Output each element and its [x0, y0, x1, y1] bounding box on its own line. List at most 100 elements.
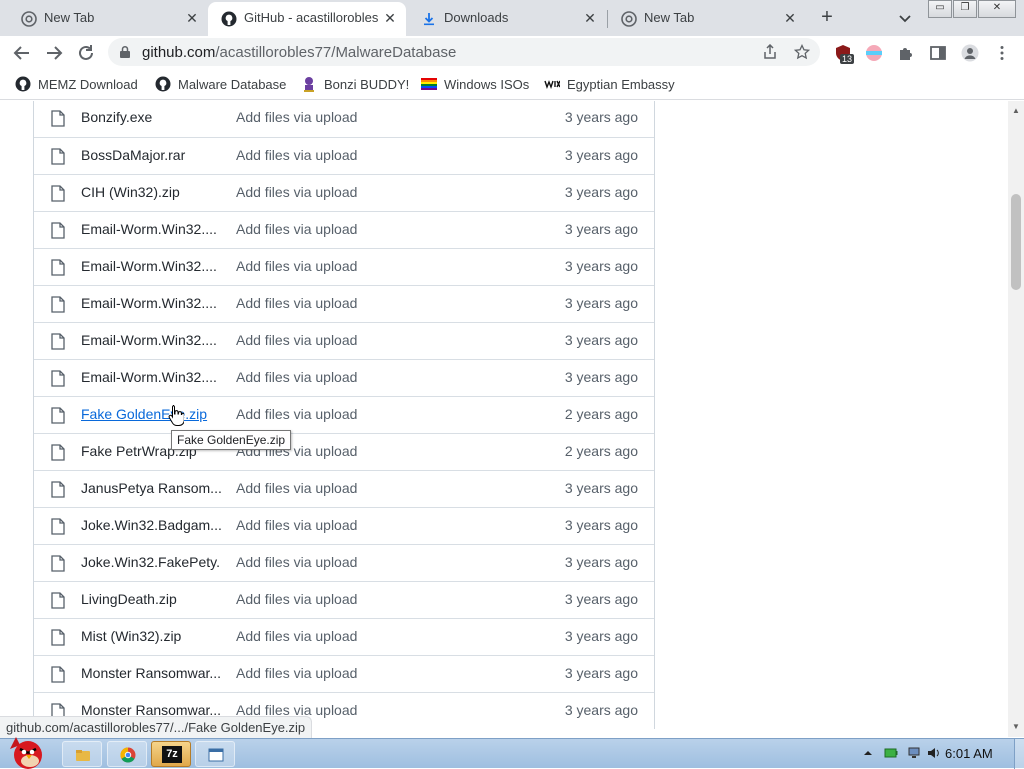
file-name-link[interactable]: BossDaMajor.rar	[81, 147, 221, 163]
close-icon[interactable]: ✕	[582, 10, 598, 26]
tab-new-tab-2[interactable]: New Tab ✕	[608, 2, 806, 36]
commit-message-link[interactable]: Add files via upload	[236, 332, 357, 348]
bookmark-memz[interactable]: MEMZ Download	[15, 76, 138, 92]
bookmark-malware-database[interactable]: Malware Database	[155, 76, 286, 92]
tab-downloads[interactable]: Downloads ✕	[408, 2, 606, 36]
forward-icon[interactable]	[43, 42, 65, 64]
system-clock[interactable]: 6:01 AM	[945, 746, 993, 761]
hand-cursor-icon	[168, 405, 184, 426]
file-name-link[interactable]: Email-Worm.Win32....	[81, 221, 221, 237]
file-icon	[51, 370, 65, 387]
close-icon[interactable]: ✕	[382, 10, 398, 26]
tab-new-tab-1[interactable]: New Tab ✕	[8, 2, 206, 36]
file-row: BossDaMajor.rar Add files via upload 3 yea…	[34, 137, 654, 174]
file-name-link[interactable]: Bonzify.exe	[81, 109, 221, 125]
lock-icon[interactable]	[118, 45, 132, 59]
tray-expand-icon[interactable]	[861, 746, 875, 760]
commit-message-link[interactable]: Add files via upload	[236, 221, 357, 237]
shield-extension-icon[interactable]: 13	[834, 44, 855, 64]
commit-message-link[interactable]: Add files via upload	[236, 628, 357, 644]
file-icon	[51, 333, 65, 350]
file-name-link[interactable]: LivingDeath.zip	[81, 591, 221, 607]
taskbar-explorer[interactable]	[62, 741, 102, 767]
commit-message-link[interactable]: Add files via upload	[236, 554, 357, 570]
commit-age: 3 years ago	[564, 702, 638, 718]
commit-message-link[interactable]: Add files via upload	[236, 295, 357, 311]
bookmark-bonzi-buddy[interactable]: Bonzi BUDDY!	[301, 76, 409, 92]
url-text[interactable]: github.com/acastillorobles77/MalwareData…	[142, 44, 456, 61]
file-row: Mist (Win32).zip Add files via upload 3 ye…	[34, 618, 654, 655]
commit-age: 3 years ago	[564, 332, 638, 348]
battery-icon[interactable]	[884, 746, 898, 760]
download-icon	[424, 13, 434, 26]
commit-message-link[interactable]: Add files via upload	[236, 517, 357, 533]
taskbar: 7z 6:01 AM	[0, 737, 1024, 769]
commit-message-link[interactable]: Add files via upload	[236, 369, 357, 385]
commit-age: 2 years ago	[564, 443, 638, 459]
commit-message-link[interactable]: Add files via upload	[236, 406, 357, 422]
file-name-link[interactable]: Monster Ransomwar...	[81, 665, 221, 681]
close-icon[interactable]: ✕	[782, 10, 798, 26]
kebab-menu-icon[interactable]	[993, 44, 1011, 62]
file-name-link[interactable]: Joke.Win32.Badgam...	[81, 517, 221, 533]
file-name-link[interactable]: Mist (Win32).zip	[81, 628, 221, 644]
chevron-down-icon[interactable]	[895, 8, 915, 28]
commit-message-link[interactable]: Add files via upload	[236, 591, 357, 607]
puzzle-icon[interactable]	[897, 44, 915, 62]
restore-button[interactable]: ❐	[953, 0, 977, 18]
address-bar[interactable]: github.com/acastillorobles77/MalwareData…	[108, 38, 820, 66]
file-name-link[interactable]: Email-Worm.Win32....	[81, 258, 221, 274]
file-icon	[51, 592, 65, 609]
file-name-link[interactable]: Fake GoldenEye.zip	[81, 406, 221, 422]
commit-message-link[interactable]: Add files via upload	[236, 480, 357, 496]
share-icon[interactable]	[762, 44, 778, 60]
taskbar-7zip[interactable]: 7z	[151, 741, 191, 767]
commit-age: 3 years ago	[564, 628, 638, 644]
file-name-link[interactable]: Email-Worm.Win32....	[81, 295, 221, 311]
folder-icon	[76, 750, 90, 761]
bookmark-windows-isos[interactable]: Windows ISOs	[421, 76, 529, 92]
scroll-down-arrow-icon[interactable]: ▼	[1012, 723, 1020, 731]
commit-message-link[interactable]: Add files via upload	[236, 184, 357, 200]
file-name-link[interactable]: Joke.Win32.FakePety...	[81, 554, 221, 570]
file-icon	[51, 222, 65, 239]
tab-title: New Tab	[44, 10, 95, 25]
file-row: Monster Ransomwar... Add files via upload…	[34, 655, 654, 692]
new-tab-button[interactable]: +	[815, 6, 839, 30]
file-name-link[interactable]: Email-Worm.Win32....	[81, 369, 221, 385]
commit-message-link[interactable]: Add files via upload	[236, 665, 357, 681]
window-close-button[interactable]: ✕	[978, 0, 1016, 18]
color-extension-icon[interactable]	[865, 44, 883, 62]
commit-message-link[interactable]: Add files via upload	[236, 109, 357, 125]
file-name-link[interactable]: JanusPetya Ransom...	[81, 480, 221, 496]
back-icon[interactable]	[11, 42, 33, 64]
commit-message-link[interactable]: Add files via upload	[236, 147, 357, 163]
reload-icon[interactable]	[75, 42, 97, 64]
file-icon	[51, 629, 65, 646]
scrollbar-thumb[interactable]	[1011, 194, 1021, 290]
commit-message-link[interactable]: Add files via upload	[236, 258, 357, 274]
commit-age: 3 years ago	[564, 295, 638, 311]
file-row: JanusPetya Ransom... Add files via upload…	[34, 470, 654, 507]
file-name-link[interactable]: CIH (Win32).zip	[81, 184, 221, 200]
angry-bird-start-icon[interactable]	[2, 731, 50, 769]
scroll-up-arrow-icon[interactable]: ▲	[1012, 107, 1020, 115]
file-name-link[interactable]: Email-Worm.Win32....	[81, 332, 221, 348]
minimize-button[interactable]: ▭	[928, 0, 952, 18]
side-panel-icon[interactable]	[929, 44, 947, 62]
file-list: Bonzify.exe Add files via upload 3 years a…	[33, 101, 655, 729]
file-icon	[51, 555, 65, 572]
url-path: /acastillorobles77/MalwareDatabase	[215, 44, 457, 61]
volume-icon[interactable]	[927, 746, 941, 760]
vertical-scrollbar[interactable]: ▲ ▼	[1008, 101, 1024, 737]
star-icon[interactable]	[794, 44, 810, 60]
taskbar-chrome[interactable]	[107, 741, 147, 767]
network-icon[interactable]	[907, 746, 921, 760]
file-icon	[51, 666, 65, 683]
tab-github[interactable]: GitHub - acastillorobles ✕	[208, 2, 406, 36]
profile-icon[interactable]	[961, 44, 979, 62]
close-icon[interactable]: ✕	[184, 10, 200, 26]
taskbar-window[interactable]	[195, 741, 235, 767]
bookmark-egyptian-embassy[interactable]: Egyptian Embassy	[544, 76, 675, 92]
show-desktop-button[interactable]	[1014, 739, 1024, 769]
